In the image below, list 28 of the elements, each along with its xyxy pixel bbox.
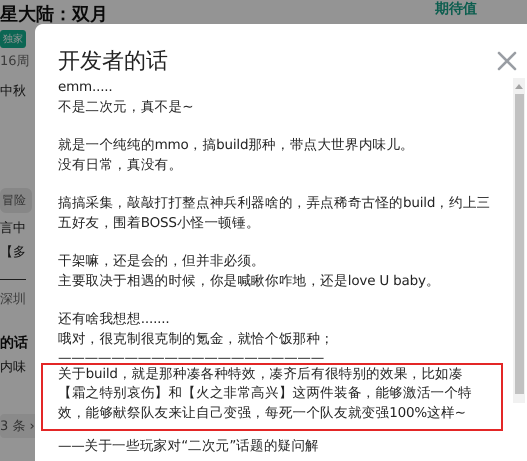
game-title: 星大陆：双月 [0,3,108,26]
dialog-text: 哦对，很克制很克制的氪金，就恰个饭那种； [58,330,336,348]
section-title: 的话 [0,334,28,352]
section-text: 内味 [0,359,26,376]
dialog-text: 干架嘛，还是会的，但并非必须。 [58,252,266,271]
dialog-text: 还有啥我想想....... [58,310,170,329]
genre-tag[interactable]: 冒险 [0,188,32,213]
dialog-text: 不是二次元，真不是~ [58,98,194,116]
dialog-text: emm..... [58,78,114,97]
author-name: 深圳 [0,279,26,308]
news-text: 【多 [0,244,26,261]
dialog-text: 就是一个纯纯的mmo，搞build那种，带点大世界内味儿。 [58,136,415,155]
scrollbar-thumb[interactable] [514,94,524,394]
close-icon[interactable] [497,51,517,71]
scroll-up-icon[interactable] [515,84,523,89]
dialog-text: 主要取决于相遇的时候，你是喊瞅你咋地，还是love U baby。 [58,272,441,290]
age-rating: 16周 [0,53,30,70]
dialog-text: 没有日常，真没有。 [58,156,184,174]
rating-label: 期待值 [435,0,477,18]
scrollbar[interactable] [513,78,525,403]
dialog-text: ——关于一些玩家对“二次元”话题的疑问解 [58,437,320,456]
dialog-text: ———————————————————— [58,349,326,366]
exclusive-tag: 独家 [0,30,26,48]
event-text: 中秋 [0,83,26,100]
news-text: 言中 [0,220,26,237]
dialog-title: 开发者的话 [58,48,168,76]
dialog-text: 关于build，就是那种凑各种特效，凑齐后有很特别的效果，比如凑【霜之特别哀伤】和【火之非常高兴】这两件装备，能够激活一个特效，能够献祭队友来让自己变强，每死一个队友就变强100%这样~ [58,364,474,422]
dialog-text: 搞搞采集，敲敲打打整点神兵利器啥的，弄点稀奇古怪的build，约上三五好友，围着BOSS小怪一顿锤。 [58,194,492,232]
